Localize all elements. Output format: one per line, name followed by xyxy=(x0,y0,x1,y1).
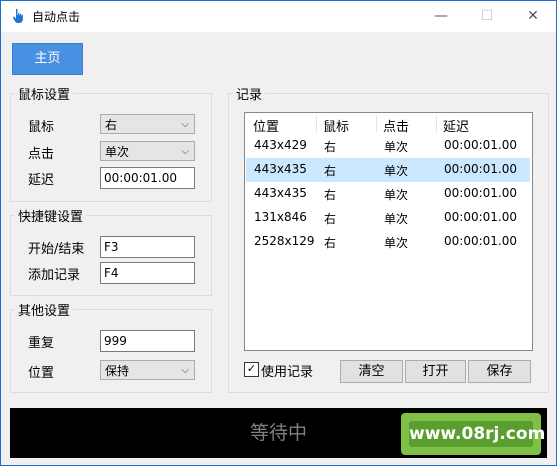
start-stop-hotkey-input[interactable]: F3 xyxy=(100,236,195,258)
close-button[interactable]: ✕ xyxy=(510,1,556,32)
column-separator xyxy=(316,116,317,132)
table-row[interactable]: 2528x129 右 单次 00:00:01.00 xyxy=(246,230,530,254)
click-select-value: 单次 xyxy=(105,145,130,159)
minimize-button[interactable]: — xyxy=(418,1,464,32)
cell-click: 单次 xyxy=(384,164,409,178)
cell-click: 单次 xyxy=(384,188,409,202)
use-records-checkbox[interactable]: ✓ xyxy=(244,362,259,377)
window-title: 自动点击 xyxy=(32,10,81,24)
cell-position: 2528x129 xyxy=(254,234,315,248)
column-header-click[interactable]: 点击 xyxy=(383,116,409,135)
chevron-down-icon: ⌵ xyxy=(181,119,189,130)
position-select-value: 保持 xyxy=(105,364,130,378)
chevron-down-icon: ⌵ xyxy=(181,365,189,376)
cell-position: 443x435 xyxy=(254,186,307,200)
table-row[interactable]: 443x435 右 单次 00:00:01.00 xyxy=(246,158,530,182)
hand-pointer-icon xyxy=(12,8,23,23)
add-record-label: 添加记录 xyxy=(28,268,81,283)
column-header-position[interactable]: 位置 xyxy=(253,116,279,135)
home-button[interactable]: 主页 xyxy=(12,43,83,75)
mouse-select[interactable]: 右 ⌵ xyxy=(100,114,195,134)
cell-position: 443x429 xyxy=(254,138,307,152)
maximize-button[interactable]: ☐ xyxy=(464,1,510,32)
table-row[interactable]: 131x846 右 单次 00:00:01.00 xyxy=(246,206,530,230)
cell-delay: 00:00:01.00 xyxy=(444,210,517,224)
clear-button[interactable]: 清空 xyxy=(340,360,403,383)
title-bar[interactable]: 自动点击 — ☐ ✕ xyxy=(1,1,556,32)
cell-position: 443x435 xyxy=(254,162,307,176)
hotkey-settings-title: 快捷键设置 xyxy=(15,206,87,225)
cell-mouse: 右 xyxy=(324,140,337,154)
table-row[interactable]: 443x435 右 单次 00:00:01.00 xyxy=(246,182,530,206)
chevron-down-icon: ⌵ xyxy=(181,146,189,157)
cell-click: 单次 xyxy=(384,140,409,154)
mouse-select-value: 右 xyxy=(105,118,118,132)
app-window: 自动点击 — ☐ ✕ 主页 鼠标设置 鼠标 右 ⌵ 点击 单次 ⌵ 延迟 00:… xyxy=(0,0,557,466)
cell-click: 单次 xyxy=(384,236,409,250)
repeat-input[interactable]: 999 xyxy=(100,330,195,352)
cell-delay: 00:00:01.00 xyxy=(444,162,517,176)
repeat-label: 重复 xyxy=(28,336,55,351)
cell-click: 单次 xyxy=(384,212,409,226)
mouse-settings-title: 鼠标设置 xyxy=(15,84,74,103)
use-records-label[interactable]: 使用记录 xyxy=(261,361,313,380)
click-select[interactable]: 单次 ⌵ xyxy=(100,141,195,161)
records-list[interactable]: 位置 鼠标 点击 延迟 443x429 右 单次 00:00:01.00 443… xyxy=(244,112,533,351)
cell-mouse: 右 xyxy=(324,188,337,202)
cell-mouse: 右 xyxy=(324,164,337,178)
position-select[interactable]: 保持 ⌵ xyxy=(100,360,195,380)
column-separator xyxy=(376,116,377,132)
column-header-mouse[interactable]: 鼠标 xyxy=(323,116,349,135)
cell-delay: 00:00:01.00 xyxy=(444,138,517,152)
table-row[interactable]: 443x429 右 单次 00:00:01.00 xyxy=(246,134,530,158)
save-button[interactable]: 保存 xyxy=(468,360,531,383)
open-button[interactable]: 打开 xyxy=(405,360,466,383)
watermark-logo: www.08rj.com xyxy=(401,413,545,455)
delay-label: 延迟 xyxy=(28,173,55,188)
delay-input[interactable]: 00:00:01.00 xyxy=(100,167,195,189)
cell-delay: 00:00:01.00 xyxy=(444,234,517,248)
other-settings-title: 其他设置 xyxy=(15,300,74,319)
add-record-hotkey-input[interactable]: F4 xyxy=(100,262,195,284)
cell-delay: 00:00:01.00 xyxy=(444,186,517,200)
cell-position: 131x846 xyxy=(254,210,307,224)
start-stop-label: 开始/结束 xyxy=(28,242,85,257)
records-list-header: 位置 鼠标 点击 延迟 xyxy=(245,113,532,135)
column-separator xyxy=(436,116,437,132)
click-label: 点击 xyxy=(28,147,55,162)
watermark-text: www.08rj.com xyxy=(409,421,545,447)
mouse-label: 鼠标 xyxy=(28,120,55,135)
position-label: 位置 xyxy=(28,366,55,381)
cell-mouse: 右 xyxy=(324,212,337,226)
cell-mouse: 右 xyxy=(324,236,337,250)
records-title: 记录 xyxy=(233,84,266,103)
column-header-delay[interactable]: 延迟 xyxy=(443,116,469,135)
